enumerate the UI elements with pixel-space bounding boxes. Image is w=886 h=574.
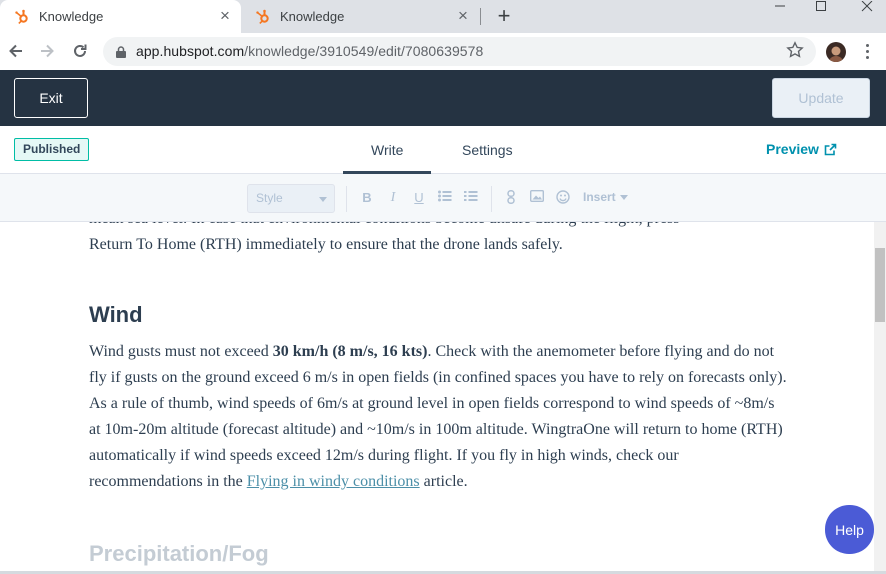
wind-text-start: Wind gusts must not exceed xyxy=(89,343,273,360)
emoji-icon[interactable] xyxy=(556,190,570,206)
editor-subheader: Published Write Settings Preview xyxy=(0,126,886,175)
toolbar-divider xyxy=(491,186,492,212)
help-button[interactable]: Help xyxy=(825,505,874,554)
maximize-icon[interactable] xyxy=(811,0,831,12)
insert-dropdown-label: Insert xyxy=(583,190,616,204)
insert-dropdown[interactable]: Insert xyxy=(583,190,628,204)
style-dropdown-label: Style xyxy=(256,191,283,205)
preview-link[interactable]: Preview xyxy=(766,141,837,157)
bookmark-star-icon[interactable] xyxy=(786,41,804,59)
close-icon[interactable]: × xyxy=(455,7,471,24)
browser-tab-2[interactable]: Knowledge × xyxy=(241,0,481,33)
scrollbar-thumb[interactable] xyxy=(875,248,885,322)
image-icon[interactable] xyxy=(529,189,545,206)
url-host: app.hubspot.com xyxy=(136,43,245,59)
preview-label: Preview xyxy=(766,141,819,157)
style-dropdown[interactable]: Style xyxy=(247,184,335,213)
wind-text-mid: . Check with the anemometer before flyin… xyxy=(89,343,787,490)
close-icon[interactable]: × xyxy=(217,7,233,24)
tab-settings[interactable]: Settings xyxy=(462,126,513,174)
wind-paragraph: Wind gusts must not exceed 30 km/h (8 m/… xyxy=(89,339,789,495)
bold-button[interactable]: B xyxy=(360,190,374,206)
chevron-down-icon xyxy=(319,197,327,202)
exit-button[interactable]: Exit xyxy=(14,78,88,118)
article-cut-line: mean sea level. In case that environment… xyxy=(89,222,789,232)
wind-limit-bold: 30 km/h (8 m/s, 16 kts) xyxy=(272,343,428,360)
reload-icon[interactable] xyxy=(70,41,90,61)
browser-tab-1[interactable]: Knowledge × xyxy=(0,0,241,33)
status-badge: Published xyxy=(14,138,90,161)
wind-heading: Wind xyxy=(89,302,143,327)
lock-icon xyxy=(116,45,126,58)
toolbar-divider xyxy=(346,186,347,212)
new-tab-plus-icon[interactable]: + xyxy=(494,5,514,27)
tab-settings-label: Settings xyxy=(462,142,513,158)
hubspot-logo-icon xyxy=(14,9,30,25)
minimize-icon[interactable] xyxy=(770,0,790,12)
bulleted-list-icon[interactable] xyxy=(437,190,453,206)
article-editor[interactable]: mean sea level. In case that environment… xyxy=(0,222,874,574)
flying-in-windy-conditions-link[interactable]: Flying in windy conditions xyxy=(247,473,420,490)
window-close-icon[interactable] xyxy=(857,0,877,12)
external-link-icon xyxy=(824,143,837,155)
italic-button[interactable]: I xyxy=(386,190,400,206)
url-text: app.hubspot.com/knowledge/3910549/edit/7… xyxy=(136,43,483,59)
link-icon[interactable] xyxy=(505,190,517,206)
url-path: /knowledge/3910549/edit/7080639578 xyxy=(244,43,484,59)
back-arrow-icon[interactable] xyxy=(6,41,26,61)
hubspot-logo-icon xyxy=(255,9,271,25)
tab-write-label: Write xyxy=(371,142,404,158)
wind-text-end: article. xyxy=(419,473,468,490)
browser-tab-title: Knowledge xyxy=(39,9,104,24)
underline-button[interactable]: U xyxy=(412,190,426,206)
profile-avatar[interactable] xyxy=(826,42,846,62)
editor-toolbar: Style B I U Insert xyxy=(0,174,886,222)
forward-arrow-icon[interactable] xyxy=(37,41,57,61)
browser-toolbar: app.hubspot.com/knowledge/3910549/edit/7… xyxy=(0,33,886,70)
intro-paragraph-tail: Return To Home (RTH) immediately to ensu… xyxy=(89,236,563,253)
browser-tab-title: Knowledge xyxy=(280,9,345,24)
update-button[interactable]: Update xyxy=(772,78,870,118)
tab-divider xyxy=(480,8,481,25)
precipitation-heading: Precipitation/Fog xyxy=(89,541,269,566)
numbered-list-icon[interactable] xyxy=(463,190,479,206)
article-body[interactable]: mean sea level. In case that environment… xyxy=(89,222,789,574)
editor-header: Exit Update xyxy=(0,70,886,126)
chevron-down-icon xyxy=(619,194,628,200)
tab-write[interactable]: Write xyxy=(342,126,433,175)
browser-menu-icon[interactable] xyxy=(866,44,870,60)
browser-tab-strip: Knowledge × Knowledge × + xyxy=(0,0,886,33)
address-bar[interactable]: app.hubspot.com/knowledge/3910549/edit/7… xyxy=(103,37,816,66)
